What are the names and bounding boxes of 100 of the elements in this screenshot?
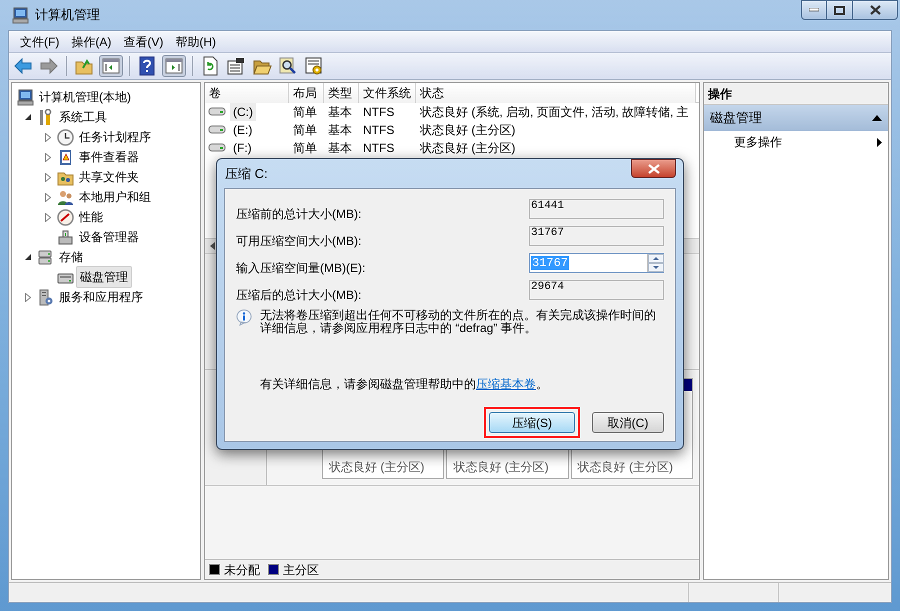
users-icon (57, 188, 74, 206)
drive-icon (208, 143, 226, 153)
expanded-arrow-icon[interactable] (24, 114, 32, 120)
volume-name[interactable]: (E:) (230, 121, 256, 139)
table-cell-text: 基本 (327, 140, 353, 157)
menu-item[interactable]: 操作(A) (66, 32, 116, 52)
collapsed-arrow-icon[interactable] (45, 152, 51, 162)
table-cell-text: NTFS (362, 122, 396, 139)
collapsed-arrow-icon[interactable] (45, 172, 51, 182)
forward-arrow-button[interactable] (38, 55, 60, 77)
action-pane-icon (164, 56, 184, 76)
minimize-icon (809, 8, 819, 12)
tree-item[interactable]: 共享文件夹 (76, 168, 142, 186)
tree-item[interactable]: 设备管理器 (76, 228, 142, 246)
gauge-icon (57, 208, 74, 226)
readonly-field: 29674 (529, 280, 664, 300)
spin-up-icon[interactable] (648, 254, 664, 263)
table-cell-text: 状态良好 (系统, 启动, 页面文件, 活动, 故障转储, 主 (419, 104, 690, 121)
tree-pane-button[interactable] (99, 55, 123, 77)
dialog-button[interactable]: 压缩(S) (489, 412, 575, 433)
computer-icon (12, 6, 29, 24)
partition-status: 状态良好 (主分区) (329, 459, 424, 476)
window-title: 计算机管理 (35, 6, 100, 24)
dialog-button[interactable]: 取消(C) (592, 412, 664, 433)
submenu-arrow-icon (877, 138, 882, 146)
expanded-arrow-icon[interactable] (24, 254, 32, 260)
column-header[interactable]: 类型 (324, 83, 359, 103)
info-message: 无法将卷压缩到超出任何不可移动的文件所在的点。有关完成该操作时间的详细信息，请参阅应用程序日志中的 “defrag” 事件。 (260, 309, 657, 335)
table-cell-text: 简单 (292, 140, 318, 157)
close-button[interactable] (631, 159, 676, 178)
column-header[interactable]: 状态 (416, 83, 696, 103)
table-cell-text: NTFS (362, 104, 396, 121)
table-cell-text: 基本 (327, 122, 353, 139)
menu-item[interactable]: 文件(F) (15, 32, 64, 52)
properties-button[interactable] (225, 55, 247, 77)
column-header[interactable]: 文件系统 (359, 83, 416, 103)
tree-item[interactable]: 本地用户和组 (76, 188, 154, 206)
maximize-icon (834, 6, 845, 14)
readonly-field: 31767 (529, 226, 664, 246)
table-cell-text: NTFS (362, 140, 396, 157)
drive-icon (208, 125, 226, 135)
collapse-arrow-icon[interactable] (872, 115, 882, 121)
actions-section[interactable]: 磁盘管理 (704, 105, 888, 131)
field-label: 压缩后的总计大小(MB): (236, 287, 362, 304)
drive-icon (208, 107, 226, 117)
partition-status: 状态良好 (主分区) (453, 459, 549, 476)
volume-name[interactable]: (C:) (230, 103, 256, 121)
collapsed-arrow-icon[interactable] (45, 212, 51, 222)
field-label: 压缩前的总计大小(MB): (236, 206, 362, 223)
back-arrow-button[interactable] (12, 55, 34, 77)
tree-item[interactable]: 任务计划程序 (76, 128, 154, 146)
dialog-title: 压缩 C: (225, 164, 268, 183)
help-icon (137, 56, 157, 76)
menu-item[interactable]: 帮助(H) (170, 32, 221, 52)
legend-label: 未分配 (224, 562, 260, 578)
collapsed-arrow-icon[interactable] (45, 192, 51, 202)
action-link[interactable]: 更多操作 (704, 131, 888, 153)
log-book-icon (57, 148, 74, 166)
table-cell-text: 简单 (292, 104, 318, 121)
tree-item[interactable]: 计算机管理(本地) (36, 88, 134, 106)
clock-icon (57, 128, 74, 146)
menu-item[interactable]: 查看(V) (118, 32, 168, 52)
collapsed-arrow-icon[interactable] (45, 132, 51, 142)
server-gear-icon (37, 288, 54, 306)
close-icon (648, 164, 660, 174)
device-icon (57, 228, 74, 246)
spin-down-icon[interactable] (648, 263, 664, 272)
tree-item[interactable]: 磁盘管理 (76, 266, 132, 288)
back-arrow-icon (13, 56, 33, 76)
maximize-button[interactable] (827, 0, 852, 20)
tree-item[interactable]: 服务和应用程序 (56, 288, 146, 306)
table-cell-text: 简单 (292, 122, 318, 139)
storage-icon (37, 248, 54, 266)
column-header[interactable]: 卷 (205, 83, 289, 103)
table-cell-text: 基本 (327, 104, 353, 121)
table-cell-text: 状态良好 (主分区) (419, 122, 516, 139)
tree-item[interactable]: 系统工具 (56, 108, 110, 126)
help-link[interactable]: 压缩基本卷 (476, 377, 536, 391)
computer-icon (17, 88, 34, 106)
minimize-button[interactable] (801, 0, 827, 20)
field-label: 输入压缩空间量(MB)(E): (236, 260, 366, 277)
tree-item[interactable]: 存储 (56, 248, 86, 266)
scroll-left-icon[interactable] (208, 241, 218, 251)
help-text: 有关详细信息，请参阅磁盘管理帮助中的压缩基本卷。 (260, 376, 549, 393)
close-icon (870, 5, 880, 15)
tree-pane-icon (101, 56, 121, 76)
column-header[interactable]: 布局 (289, 83, 324, 103)
settings-icon (304, 56, 324, 76)
field-label: 可用压缩空间大小(MB): (236, 233, 362, 250)
search-icon (278, 56, 298, 76)
pane-title: 操作 (704, 83, 888, 105)
close-button[interactable] (852, 0, 898, 20)
collapsed-arrow-icon[interactable] (25, 292, 31, 302)
readonly-field: 61441 (529, 199, 664, 219)
tree-item[interactable]: 性能 (76, 208, 106, 226)
action-pane-button[interactable] (162, 55, 186, 77)
forward-arrow-icon (39, 56, 59, 76)
tree-item[interactable]: 事件查看器 (76, 148, 142, 166)
legend-label: 主分区 (283, 562, 319, 578)
volume-name[interactable]: (F:) (230, 139, 255, 157)
